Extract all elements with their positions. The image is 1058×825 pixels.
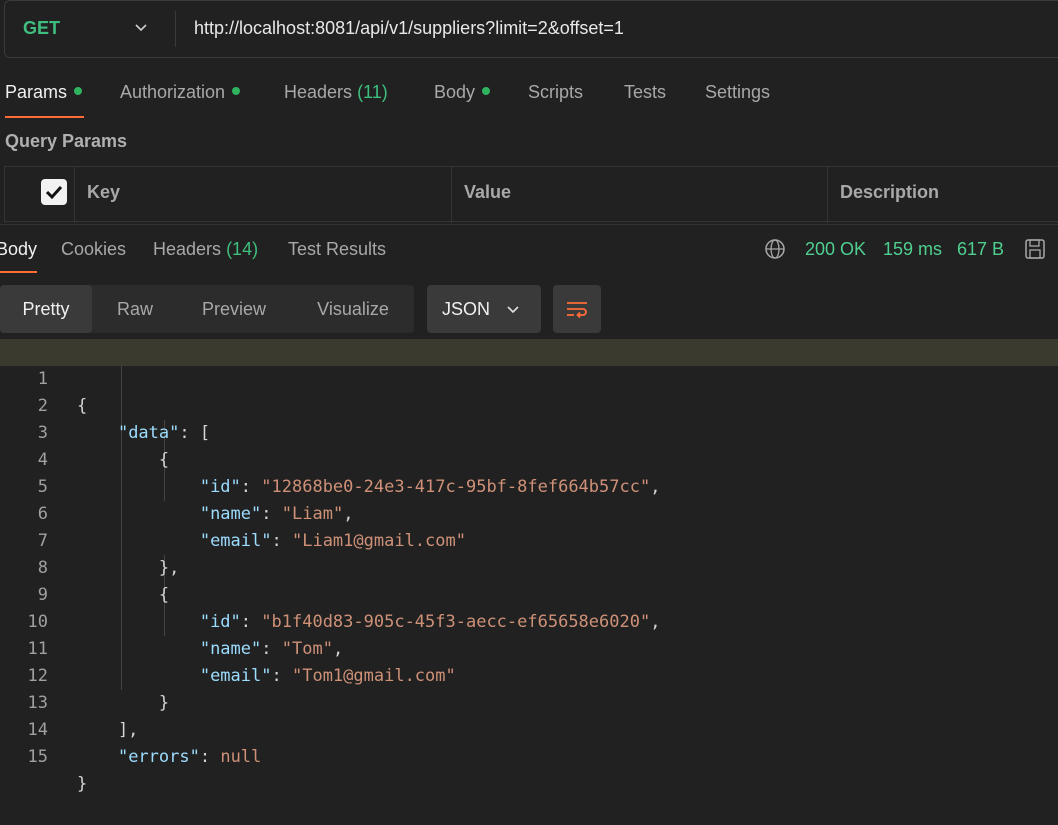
view-raw-button[interactable]: Raw — [92, 285, 178, 333]
code-line: 5 "name": "Liam", — [0, 447, 1058, 524]
response-panel: Body Cookies Headers (14) Test Results 2… — [0, 224, 1058, 794]
url-input[interactable]: http://localhost:8081/api/v1/suppliers?l… — [194, 18, 624, 39]
code-line: 13 ], — [0, 663, 1058, 740]
save-icon[interactable] — [1024, 238, 1046, 260]
code-line: 12 } — [0, 636, 1058, 713]
wrap-lines-button[interactable] — [553, 285, 601, 333]
value-column-label: Value — [464, 182, 512, 202]
active-tab-underline — [5, 116, 84, 118]
view-visualize-button[interactable]: Visualize — [292, 285, 414, 333]
params-dot-icon — [74, 87, 83, 95]
query-params-title: Query Params — [5, 131, 128, 151]
params-table: Key Value Description — [4, 166, 1058, 223]
resp-tab-headers[interactable]: Headers (14) — [153, 239, 258, 260]
tab-authorization[interactable]: Authorization — [120, 82, 241, 103]
checkmark-icon — [45, 185, 63, 200]
code-line: 10 "name": "Tom", — [0, 582, 1058, 659]
description-column-label: Description — [840, 182, 940, 202]
code-line: 2 "data": [ — [0, 366, 1058, 443]
response-size[interactable]: 617 B — [957, 239, 1004, 260]
code-line: 8 { — [0, 528, 1058, 605]
authorization-dot-icon — [232, 87, 241, 95]
params-value-header: Value — [452, 167, 828, 223]
tab-scripts[interactable]: Scripts — [528, 82, 583, 103]
chevron-down-icon — [507, 306, 519, 314]
view-pretty-button[interactable]: Pretty — [0, 285, 92, 333]
wrap-lines-icon — [567, 302, 587, 319]
tab-params[interactable]: Params — [5, 82, 83, 103]
url-bar: GET http://localhost:8081/api/v1/supplie… — [4, 0, 1058, 58]
language-label: JSON — [442, 299, 491, 319]
key-column-label: Key — [87, 182, 121, 202]
request-tabs: Params Authorization Headers (11) Body S… — [0, 82, 1058, 118]
tab-headers-label: Headers — [284, 82, 353, 102]
method-select[interactable]: GET — [23, 18, 60, 39]
view-mode-group: Pretty Raw Preview Visualize — [0, 285, 414, 333]
chevron-down-icon[interactable] — [133, 19, 149, 35]
body-dot-icon — [482, 87, 491, 95]
code-line: 14 "errors": null — [0, 690, 1058, 767]
status-code[interactable]: 200 OK — [805, 239, 866, 260]
resp-active-underline — [0, 271, 37, 273]
code-line: 9 "id": "b1f40d83-905c-45f3-aecc-ef65658… — [0, 555, 1058, 632]
json-value-errors: null — [220, 747, 262, 767]
select-all-checkbox[interactable] — [41, 179, 67, 205]
language-select[interactable]: JSON — [427, 285, 541, 333]
params-description-header: Description — [828, 167, 1058, 223]
resp-headers-label: Headers — [153, 239, 222, 259]
tab-settings[interactable]: Settings — [705, 82, 770, 103]
response-time[interactable]: 159 ms — [883, 239, 942, 260]
code-line: 6 "email": "Liam1@gmail.com" — [0, 474, 1058, 551]
resp-tab-body[interactable]: Body — [0, 239, 37, 260]
code-line: 15 } — [0, 717, 1058, 794]
code-line: 3 { — [0, 393, 1058, 470]
resp-headers-count: (14) — [226, 239, 259, 259]
url-divider — [175, 11, 176, 47]
view-preview-button[interactable]: Preview — [180, 285, 288, 333]
code-line: 11 "email": "Tom1@gmail.com" — [0, 609, 1058, 686]
params-check-column — [5, 167, 75, 223]
tab-body[interactable]: Body — [434, 82, 491, 103]
globe-icon[interactable] — [764, 238, 786, 260]
code-line: 7 }, — [0, 501, 1058, 578]
line-number: 15 — [27, 747, 48, 767]
resp-tab-cookies[interactable]: Cookies — [61, 239, 126, 260]
code-line: 1 { — [0, 339, 1058, 416]
resp-tab-test-results[interactable]: Test Results — [288, 239, 386, 260]
code-line: 4 "id": "12868be0-24e3-417c-95bf-8fef664… — [0, 420, 1058, 497]
tab-params-label: Params — [5, 82, 68, 102]
tab-body-label: Body — [434, 82, 476, 102]
tab-tests[interactable]: Tests — [624, 82, 666, 103]
tab-headers[interactable]: Headers (11) — [284, 82, 388, 103]
headers-count: (11) — [357, 82, 388, 102]
tab-authorization-label: Authorization — [120, 82, 226, 102]
params-key-header: Key — [75, 167, 452, 223]
